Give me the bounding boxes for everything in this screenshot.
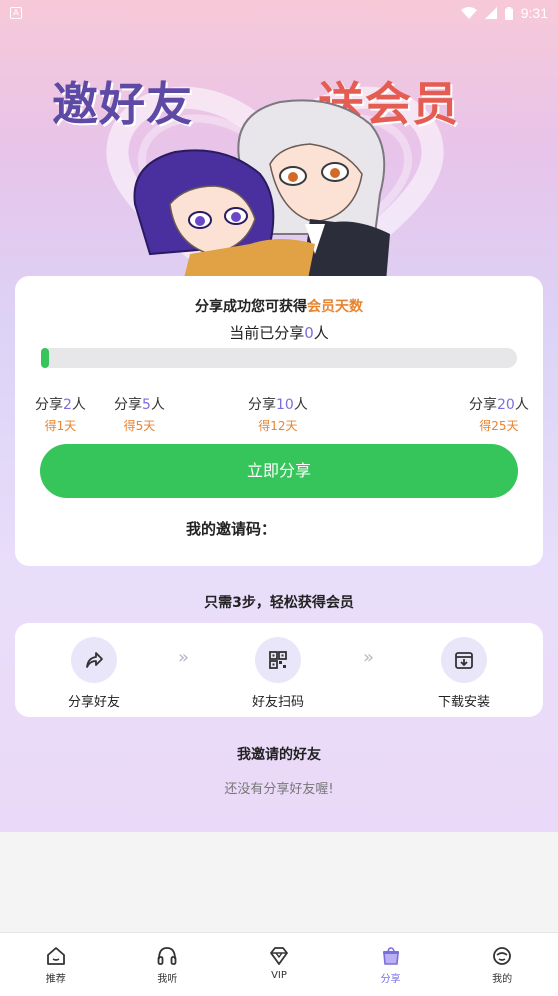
download-icon: [441, 637, 487, 683]
tab-label: 推荐: [45, 974, 66, 985]
step-label: 好友扫码: [251, 695, 304, 710]
steps-card: 分享好友 » 好友扫码 » 下载安装: [15, 623, 543, 717]
milestone-2: 分享2人 得1天: [35, 394, 86, 434]
milestone-10: 分享10人 得12天: [248, 394, 308, 434]
milestone-reward: 得1天: [44, 419, 77, 433]
milestone-num: 2: [63, 397, 72, 413]
invited-friends-heading: 我邀请的好友: [237, 747, 321, 763]
step-download-install: 下载安装: [414, 637, 514, 710]
milestone-reward: 得25天: [479, 419, 519, 433]
share-now-button[interactable]: 立即分享: [40, 444, 518, 498]
share-progress-bar: [41, 348, 517, 368]
share-count-prefix: 当前已分享: [229, 324, 305, 342]
gift-bag-icon: [382, 947, 399, 965]
invited-friends-empty-text: 还没有分享好友喔!: [224, 782, 334, 797]
step-scan-code: 好友扫码: [228, 637, 328, 710]
milestone-label: 分享: [114, 397, 142, 413]
diamond-icon: [270, 947, 288, 965]
bottom-blank-area: [0, 832, 558, 932]
milestone-reward: 得12天: [258, 419, 298, 433]
milestone-5: 分享5人 得5天: [114, 394, 165, 434]
share-count-text: 当前已分享0人: [15, 322, 543, 343]
tab-label: 分享: [380, 974, 401, 985]
share-tip-text: 分享成功您可获得: [195, 299, 307, 315]
milestone-label: 分享: [469, 397, 497, 413]
milestone-20: 分享20人 得25天: [469, 394, 529, 434]
milestone-num: 5: [142, 397, 151, 413]
share-count-value: 0: [304, 324, 314, 342]
steps-heading: 只需3步，轻松获得会员: [204, 595, 354, 611]
milestone-suffix: 人: [293, 397, 308, 413]
invite-code-label: 我的邀请码：: [186, 520, 277, 538]
qr-code-icon: [255, 637, 301, 683]
profile-icon: [493, 947, 512, 965]
share-tip-accent: 会员天数: [307, 299, 363, 315]
share-progress-fill: [41, 348, 49, 368]
step-share-friends: 分享好友: [44, 637, 144, 710]
tab-label: 我听: [157, 974, 178, 985]
tab-mine[interactable]: 我的: [446, 933, 558, 996]
tab-listen[interactable]: 我听: [112, 933, 224, 996]
step-arrow-icon: »: [363, 647, 375, 668]
share-arrow-icon: [71, 637, 117, 683]
milestone-label: 分享: [248, 397, 276, 413]
bottom-tab-bar: 推荐 我听 VIP 分享 我的: [0, 932, 558, 996]
tab-vip[interactable]: VIP: [223, 933, 335, 996]
tab-recommend[interactable]: 推荐: [0, 933, 112, 996]
share-reward-tip: 分享成功您可获得会员天数: [15, 296, 543, 316]
step-label: 下载安装: [437, 695, 490, 710]
share-count-suffix: 人: [313, 324, 329, 342]
step-label: 分享好友: [67, 695, 120, 710]
headphones-icon: [157, 947, 177, 965]
share-progress-card: 分享成功您可获得会员天数 当前已分享0人 分享2人 得1天 分享5人 得5天 分…: [15, 276, 543, 566]
step-arrow-icon: »: [178, 647, 190, 668]
invite-banner: 邀好友 送会员: [0, 26, 558, 286]
battery-icon: [504, 6, 513, 20]
app-notification-icon: A: [10, 7, 22, 19]
home-icon: [46, 947, 65, 965]
milestone-label: 分享: [35, 397, 63, 413]
tab-share[interactable]: 分享: [335, 933, 447, 996]
tab-label: 我的: [492, 974, 513, 985]
milestone-suffix: 人: [71, 397, 86, 413]
tab-label: VIP: [271, 970, 287, 981]
cellular-signal-icon: [484, 7, 497, 19]
milestone-num: 20: [497, 397, 515, 413]
wifi-icon: [460, 7, 477, 19]
status-time: 9:31: [520, 5, 548, 21]
anime-couple-illustration: [133, 99, 390, 286]
milestone-num: 10: [276, 397, 294, 413]
status-bar: A 9:31: [0, 0, 558, 26]
milestone-suffix: 人: [150, 397, 165, 413]
milestone-suffix: 人: [514, 397, 529, 413]
milestone-reward: 得5天: [123, 419, 156, 433]
